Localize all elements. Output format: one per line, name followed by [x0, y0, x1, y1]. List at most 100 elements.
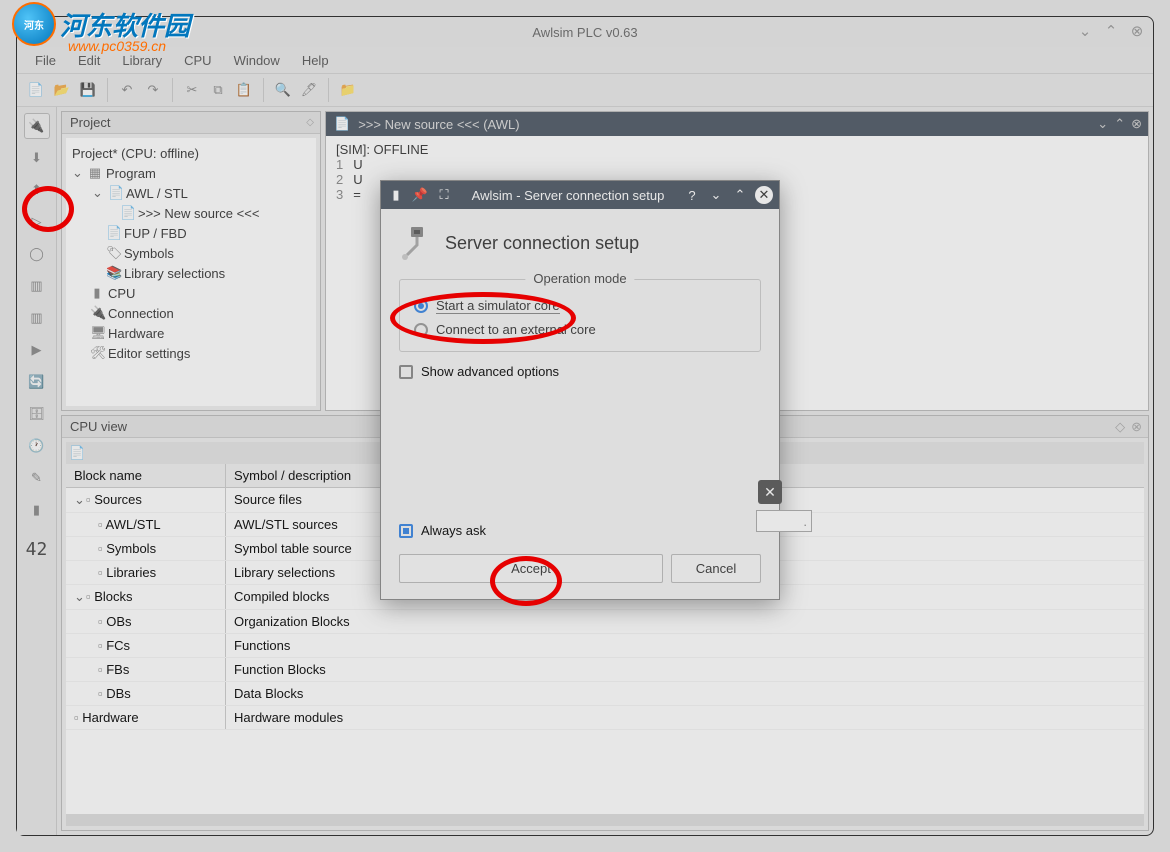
edit-icon[interactable]: ✎ [24, 465, 50, 491]
tree-libsel: 📚Library selections [72, 263, 310, 283]
radio-external-core[interactable]: Connect to an external core [414, 318, 746, 341]
watermark-logo: 河东 河东软件园 www.pc0359.cn [12, 2, 190, 46]
table-row[interactable]: ▫ FBsFunction Blocks [66, 658, 1144, 682]
menu-window[interactable]: Window [224, 50, 290, 71]
background-input[interactable]: . [756, 510, 812, 532]
project-root: Project* (CPU: offline) [72, 144, 310, 163]
redo-icon[interactable]: ↷ [142, 79, 164, 101]
tree-program: ⌄▦Program [72, 163, 310, 183]
undo-icon[interactable]: ↶ [116, 79, 138, 101]
main-toolbar: 📄 📂 💾 ↶ ↷ ✂ ⧉ 📋 🔍 🖊 📁 [17, 73, 1153, 107]
diamond-icon[interactable]: ◇ [1115, 419, 1125, 435]
new-icon[interactable]: 📄 [25, 79, 47, 101]
table-row[interactable]: ▫ HardwareHardware modules [66, 706, 1144, 730]
checkbox-show-advanced[interactable]: Show advanced options [399, 362, 761, 381]
cpuview-title: CPU view [70, 419, 127, 434]
expand-icon[interactable]: ⛶ [435, 186, 453, 204]
help-icon[interactable]: ? [683, 186, 701, 204]
group-title: Operation mode [525, 271, 634, 286]
counter-display: 42 [26, 539, 48, 560]
chip-icon: ▮ [387, 186, 405, 204]
menu-cpu[interactable]: CPU [174, 50, 221, 71]
maximize-icon[interactable]: ⌃ [1101, 21, 1121, 41]
accept-button[interactable]: Accept [399, 554, 663, 583]
min-icon[interactable]: ⌄ [1097, 116, 1108, 132]
checkbox-always-ask[interactable]: Always ask [399, 521, 761, 540]
minimize-icon[interactable]: ⌄ [1075, 21, 1095, 41]
tree-awl: ⌄📄AWL / STL [72, 183, 310, 203]
separator [263, 78, 264, 102]
download-icon[interactable]: ⬇ [24, 145, 50, 171]
checkbox-icon [399, 365, 413, 379]
editor-tab[interactable]: 📄 >>> New source <<< (AWL) ⌄ ⌃ ⊗ [326, 112, 1148, 136]
radio-label: Connect to an external core [436, 322, 596, 337]
project-tree[interactable]: Project* (CPU: offline) ⌄▦Program ⌄📄AWL … [66, 138, 316, 406]
separator [328, 78, 329, 102]
menu-file[interactable]: File [25, 50, 66, 71]
spacer [399, 391, 761, 511]
radio-label: Start a simulator core [436, 298, 560, 314]
table-row[interactable]: ▫ FCsFunctions [66, 634, 1144, 658]
db-icon[interactable]: 🗄 [24, 401, 50, 427]
copy-icon[interactable]: ⧉ [207, 79, 229, 101]
tree-cpu: ▮CPU [72, 283, 310, 303]
left-sidebar: 🔌 ⬇ ⬆ ▷ ◯ ▥ ▥ ▶ 🔄 🗄 🕐 ✎ ▮ 42 [17, 107, 57, 835]
stop-icon[interactable]: ◯ [24, 241, 50, 267]
find-icon[interactable]: 🔍 [272, 79, 294, 101]
separator [107, 78, 108, 102]
editor-status: [SIM]: OFFLINE [336, 142, 1138, 157]
checkbox-label: Show advanced options [421, 364, 559, 379]
project-panel: Project ◇ Project* (CPU: offline) ⌄▦Prog… [61, 111, 321, 411]
hw-icon[interactable]: ▥ [24, 273, 50, 299]
radio-icon [414, 323, 428, 337]
table-row[interactable]: ▫ DBsData Blocks [66, 682, 1144, 706]
step-icon[interactable]: ▶ [24, 337, 50, 363]
folder-icon[interactable]: 📁 [337, 79, 359, 101]
tree-connection: 🔌Connection [72, 303, 310, 323]
paste-icon[interactable]: 📋 [233, 79, 255, 101]
close-badge-icon[interactable]: ✕ [758, 480, 782, 504]
hw2-icon[interactable]: ▥ [24, 305, 50, 331]
dialog-close-icon[interactable]: ✕ [755, 186, 773, 204]
close-icon[interactable]: ⊗ [1127, 21, 1147, 41]
radio-start-simulator[interactable]: Start a simulator core [414, 294, 746, 318]
scrollbar[interactable] [66, 814, 1144, 826]
checkbox-label: Always ask [421, 523, 486, 538]
network-icon [399, 225, 435, 261]
tree-fup: 📄FUP / FBD [72, 223, 310, 243]
save-icon[interactable]: 💾 [77, 79, 99, 101]
cancel-button[interactable]: Cancel [671, 554, 761, 583]
menubar: File Edit Library CPU Window Help [17, 47, 1153, 73]
refresh-icon[interactable]: 🔄 [24, 369, 50, 395]
separator [172, 78, 173, 102]
table-row[interactable]: ▫ OBsOrganization Blocks [66, 610, 1144, 634]
max-icon[interactable]: ⌃ [731, 186, 749, 204]
close-tab-icon[interactable]: ⊗ [1131, 116, 1142, 132]
run-icon[interactable]: ▷ [24, 209, 50, 235]
connect-icon[interactable]: 🔌 [24, 113, 50, 139]
open-icon[interactable]: 📂 [51, 79, 73, 101]
checkbox-icon [399, 524, 413, 538]
col-blockname: Block name [66, 464, 226, 487]
pin-icon[interactable]: 📌 [411, 186, 429, 204]
connection-dialog: ▮ 📌 ⛶ Awlsim - Server connection setup ?… [380, 180, 780, 600]
tree-hardware: 🖥Hardware [72, 323, 310, 343]
operation-mode-group: Operation mode Start a simulator core Co… [399, 279, 761, 352]
doc-icon: 📄 [69, 445, 85, 461]
dialog-window-title: Awlsim - Server connection setup [459, 188, 677, 203]
tree-editor: 🛠Editor settings [72, 343, 310, 363]
project-panel-header: Project ◇ [62, 112, 320, 134]
close-icon[interactable]: ⊗ [1131, 419, 1142, 435]
diamond-icon[interactable]: ◇ [306, 117, 314, 128]
min-icon[interactable]: ⌄ [707, 186, 725, 204]
tree-new-source: 📄>>> New source <<< [72, 203, 310, 223]
chip-icon[interactable]: ▮ [24, 497, 50, 523]
clock-icon[interactable]: 🕐 [24, 433, 50, 459]
replace-icon[interactable]: 🖊 [298, 79, 320, 101]
dialog-titlebar[interactable]: ▮ 📌 ⛶ Awlsim - Server connection setup ?… [381, 181, 779, 209]
upload-icon[interactable]: ⬆ [24, 177, 50, 203]
menu-help[interactable]: Help [292, 50, 339, 71]
cut-icon[interactable]: ✂ [181, 79, 203, 101]
radio-icon [414, 299, 428, 313]
max-icon[interactable]: ⌃ [1114, 116, 1125, 132]
